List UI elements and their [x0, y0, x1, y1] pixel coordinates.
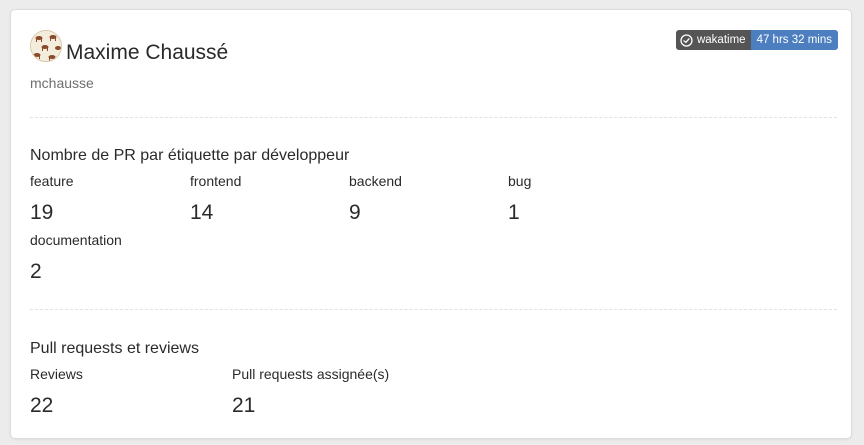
profile-header: Maxime Chaussé mchausse wakatime 47 hrs … — [30, 30, 838, 100]
stat-backend: backend 9 — [349, 172, 402, 226]
badge-label: wakatime — [675, 30, 751, 50]
stat-assigned-prs: Pull requests assignée(s) 21 — [232, 365, 389, 419]
stat-value: 9 — [349, 201, 361, 224]
divider — [30, 309, 837, 310]
stat-value: 2 — [30, 260, 42, 283]
stat-label: frontend — [190, 173, 242, 189]
pulls-reviews-title: Pull requests et reviews — [30, 340, 199, 357]
stat-label: backend — [349, 173, 402, 189]
wakatime-badge[interactable]: wakatime 47 hrs 32 mins — [675, 30, 838, 50]
avatar-pattern-icon — [31, 31, 61, 61]
stat-frontend: frontend 14 — [190, 172, 241, 226]
pr-by-label-title: Nombre de PR par étiquette par développe… — [30, 147, 350, 164]
profile-username: mchausse — [30, 75, 94, 91]
stat-label: feature — [30, 173, 74, 189]
stat-value: 21 — [232, 394, 256, 417]
stat-feature: feature 19 — [30, 172, 74, 226]
profile-name: Maxime Chaussé — [66, 41, 229, 64]
stat-bug: bug 1 — [508, 172, 531, 226]
divider — [30, 117, 837, 118]
wakatime-clock-icon — [680, 33, 693, 47]
stat-value: 19 — [30, 201, 54, 224]
stat-reviews: Reviews 22 — [30, 365, 83, 419]
badge-value: 47 hrs 32 mins — [750, 30, 838, 50]
developer-card: Maxime Chaussé mchausse wakatime 47 hrs … — [11, 10, 851, 438]
stat-documentation: documentation 2 — [30, 231, 122, 285]
stat-label: documentation — [30, 232, 122, 248]
stat-value: 22 — [30, 394, 54, 417]
badge-label-text: wakatime — [696, 34, 746, 46]
avatar — [30, 30, 62, 62]
stat-value: 1 — [508, 201, 520, 224]
stat-label: Reviews — [30, 366, 83, 382]
stat-label: bug — [508, 173, 532, 189]
stat-value: 14 — [190, 201, 214, 224]
stat-label: Pull requests assignée(s) — [232, 366, 390, 382]
